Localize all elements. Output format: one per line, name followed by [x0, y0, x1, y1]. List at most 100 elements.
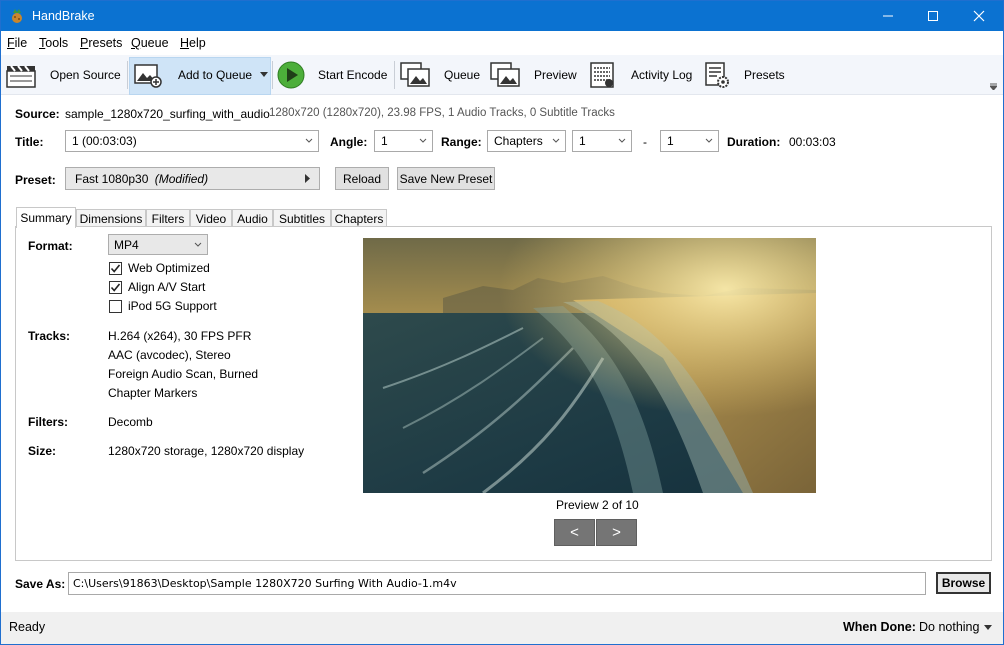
menu-help[interactable]: Help — [180, 36, 206, 50]
save-as-path-input[interactable] — [68, 572, 926, 595]
ipod-checkbox[interactable]: iPod 5G Support — [109, 299, 217, 313]
maximize-button[interactable] — [910, 1, 956, 31]
add-image-icon — [134, 61, 164, 89]
open-source-button[interactable]: Open Source — [6, 55, 121, 95]
when-done-label: When Done: — [843, 620, 916, 634]
range-start-dropdown[interactable]: 1 — [572, 130, 632, 152]
range-end-dropdown[interactable]: 1 — [660, 130, 719, 152]
track-item: AAC (avcodec), Stereo — [108, 348, 231, 362]
track-item: Chapter Markers — [108, 386, 198, 400]
format-value: MP4 — [114, 238, 139, 252]
size-label: Size: — [28, 444, 57, 458]
menu-bar: File Tools Presets Queue Help — [1, 31, 1003, 55]
tracks-label: Tracks: — [28, 329, 71, 343]
add-to-queue-label: Add to Queue — [178, 68, 253, 82]
align-av-checkbox[interactable]: Align A/V Start — [109, 280, 205, 294]
format-label: Format: — [28, 239, 73, 253]
queue-images-icon — [400, 61, 430, 89]
when-done-dropdown[interactable]: Do nothing — [919, 620, 993, 634]
presets-gear-icon — [702, 61, 732, 89]
filters-label: Filters: — [28, 415, 69, 429]
checkbox-box — [109, 280, 122, 294]
chevron-down-icon — [305, 138, 313, 143]
next-preview-button[interactable]: > — [596, 519, 637, 546]
start-encode-button[interactable]: Start Encode — [276, 55, 387, 95]
range-mode-dropdown[interactable]: Chapters — [487, 130, 566, 152]
ipod-label: iPod 5G Support — [128, 299, 217, 313]
menu-presets[interactable]: Presets — [80, 36, 122, 50]
duration-value: 00:03:03 — [789, 135, 836, 149]
source-info: 1280x720 (1280x720), 23.98 FPS, 1 Audio … — [269, 107, 615, 119]
activity-log-button[interactable]: Activity Log — [587, 55, 692, 95]
checkbox-box — [109, 261, 122, 275]
preset-name: Fast 1080p30 — [75, 172, 149, 186]
when-done-value: Do nothing — [919, 620, 980, 634]
title-value: 1 (00:03:03) — [72, 134, 137, 148]
save-new-preset-button[interactable]: Save New Preset — [397, 167, 495, 190]
angle-value: 1 — [381, 134, 388, 148]
previous-preview-button[interactable]: < — [554, 519, 595, 546]
filters-value: Decomb — [108, 415, 153, 429]
chevron-down-icon[interactable] — [260, 72, 269, 78]
angle-dropdown[interactable]: 1 — [374, 130, 433, 152]
range-end-value: 1 — [667, 134, 674, 148]
chevron-down-icon — [419, 138, 427, 143]
tab-chapters[interactable]: Chapters — [331, 209, 387, 227]
source-name: sample_1280x720_surfing_with_audio — [65, 107, 270, 121]
tab-video[interactable]: Video — [190, 209, 232, 227]
duration-label: Duration: — [727, 135, 781, 149]
preview-image — [363, 238, 816, 493]
preset-modified: (Modified) — [154, 172, 209, 186]
menu-tools[interactable]: Tools — [39, 36, 68, 50]
preview-button[interactable]: Preview — [490, 55, 577, 95]
status-bar: Ready When Done: Do nothing — [1, 612, 1003, 644]
menu-file[interactable]: File — [7, 36, 27, 50]
browse-button[interactable]: Browse — [936, 572, 991, 594]
track-item: Foreign Audio Scan, Burned — [108, 367, 259, 381]
checkbox-box — [109, 299, 122, 313]
tab-filters[interactable]: Filters — [146, 209, 190, 227]
range-start-value: 1 — [579, 134, 586, 148]
menu-queue[interactable]: Queue — [131, 36, 169, 50]
reload-button[interactable]: Reload — [335, 167, 389, 190]
queue-button[interactable]: Queue — [400, 55, 480, 95]
clapperboard-icon — [6, 61, 36, 89]
queue-label: Queue — [444, 68, 481, 82]
preset-label: Preset: — [15, 173, 56, 187]
title-label: Title: — [15, 135, 44, 149]
source-label: Source: — [15, 107, 60, 121]
tab-dimensions[interactable]: Dimensions — [76, 209, 146, 227]
title-bar: HandBrake — [1, 1, 1003, 31]
web-optimized-checkbox[interactable]: Web Optimized — [109, 261, 210, 275]
toolbar-overflow-icon[interactable] — [990, 83, 997, 90]
range-mode-value: Chapters — [494, 134, 543, 148]
chevron-down-icon — [705, 138, 713, 143]
format-dropdown[interactable]: MP4 — [108, 234, 208, 255]
toolbar-separator — [127, 61, 128, 89]
close-icon — [973, 10, 985, 22]
web-optimized-label: Web Optimized — [128, 261, 210, 275]
angle-label: Angle: — [330, 135, 368, 149]
tab-subtitles[interactable]: Subtitles — [273, 209, 331, 227]
range-separator: - — [643, 135, 647, 149]
range-label: Range: — [441, 135, 482, 149]
minimize-button[interactable] — [865, 1, 911, 31]
tab-audio[interactable]: Audio — [232, 209, 273, 227]
maximize-icon — [928, 11, 938, 21]
preview-images-icon — [490, 61, 520, 89]
status-text: Ready — [9, 620, 46, 634]
preview-label: Preview — [534, 68, 577, 82]
chevron-down-icon — [618, 138, 626, 143]
add-to-queue-button[interactable]: Add to Queue — [134, 55, 269, 95]
handbrake-window: HandBrake File Tools Presets Queue Help … — [0, 0, 1004, 645]
title-dropdown[interactable]: 1 (00:03:03) — [65, 130, 319, 152]
preset-selector[interactable]: Fast 1080p30 (Modified) — [65, 167, 320, 190]
play-icon — [276, 61, 306, 89]
presets-button[interactable]: Presets — [702, 55, 785, 95]
minimize-icon — [883, 15, 893, 17]
chevron-down-icon — [984, 624, 993, 630]
toolbar-separator — [394, 61, 395, 89]
tab-summary[interactable]: Summary — [16, 207, 76, 228]
size-value: 1280x720 storage, 1280x720 display — [108, 444, 305, 458]
close-button[interactable] — [956, 1, 1002, 31]
